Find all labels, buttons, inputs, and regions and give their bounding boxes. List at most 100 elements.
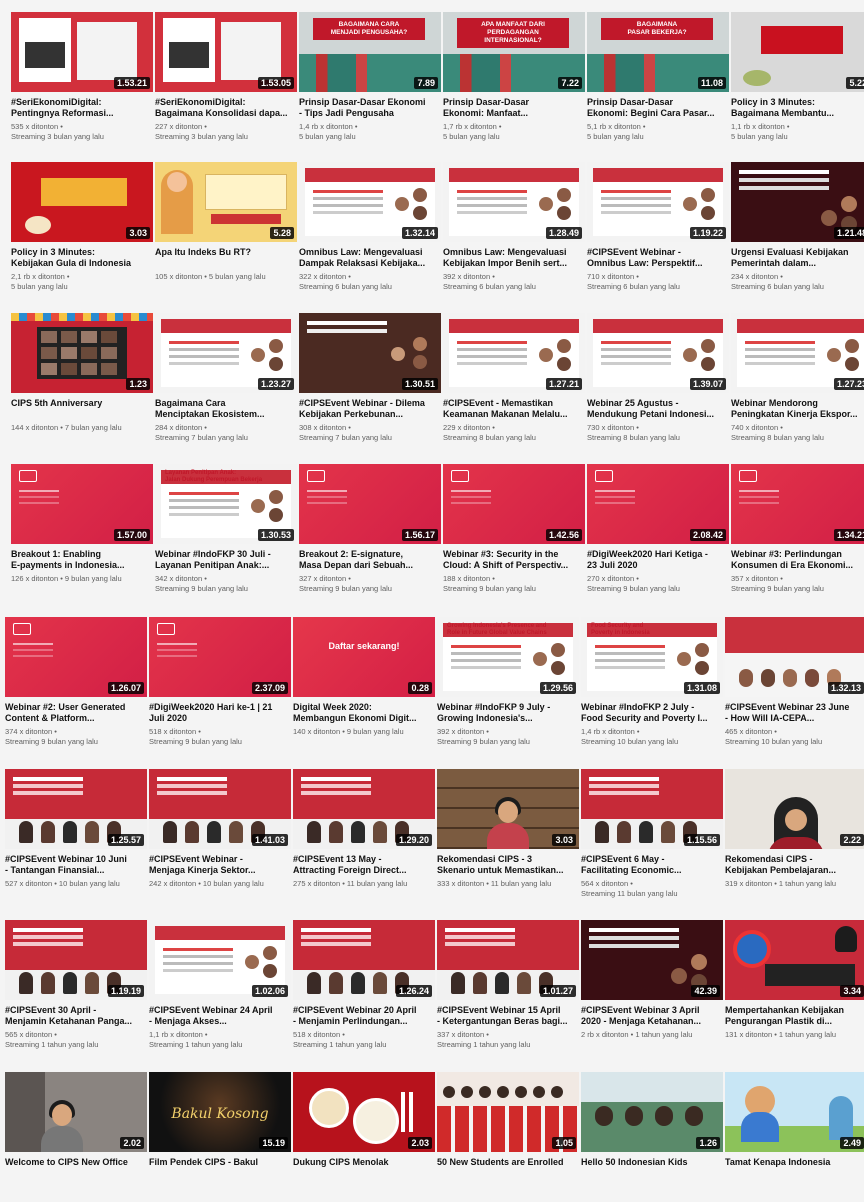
video-thumbnail[interactable]: 1.26.24 — [293, 920, 435, 1000]
video-title[interactable]: #CIPSEvent Webinar - Dilema Kebijakan Pe… — [299, 398, 441, 420]
video-title[interactable]: Webinar #2: User Generated Content & Pla… — [5, 702, 147, 724]
video-thumbnail[interactable]: 1.27.21 — [443, 313, 585, 393]
video-card[interactable]: 1.26 Hello 50 Indonesian Kids — [581, 1072, 723, 1202]
video-card[interactable]: Daftar sekarang! 0.28 Digital Week 2020: M… — [293, 617, 435, 747]
video-title[interactable]: Mempertahankan Kebijakan Pengurangan Pla… — [725, 1005, 864, 1027]
video-card[interactable]: 1.05 50 New Students are Enrolled — [437, 1072, 579, 1202]
video-title[interactable]: Bagaimana Cara Menciptakan Ekosistem... — [155, 398, 297, 420]
video-thumbnail[interactable]: 1.32.14 — [299, 162, 441, 242]
video-card[interactable]: 5.28 Apa Itu Indeks Bu RT? 105 x ditonton … — [155, 162, 297, 292]
video-thumbnail[interactable]: 1.39.07 — [587, 313, 729, 393]
video-card[interactable]: 1.42.56 Webinar #3: Security in the Cloud… — [443, 464, 585, 594]
video-card[interactable]: 2.03 Dukung CIPS Menolak — [293, 1072, 435, 1202]
video-thumbnail[interactable]: 2.02 — [5, 1072, 147, 1152]
video-title[interactable]: Rekomendasi CIPS - Kebijakan Pembelajara… — [725, 854, 864, 876]
video-thumbnail[interactable]: APA MANFAAT DARI PERDAGANGAN INTERNASION… — [443, 12, 585, 92]
video-title[interactable]: Apa Itu Indeks Bu RT? — [155, 247, 297, 269]
video-thumbnail[interactable]: 1.34.21 — [731, 464, 864, 544]
video-title[interactable]: #DigiWeek2020 Hari Ketiga - 23 Juli 2020 — [587, 549, 729, 571]
video-title[interactable]: Film Pendek CIPS - Bakul — [149, 1157, 291, 1179]
video-card[interactable]: 1.53.05 #SeriEkonomiDigital: Bagaimana Ko… — [155, 12, 297, 142]
video-thumbnail[interactable]: 42.39 — [581, 920, 723, 1000]
video-card[interactable]: 5.22 Policy in 3 Minutes: Bagaimana Memba… — [731, 12, 864, 142]
video-thumbnail[interactable]: 1.01.27 — [437, 920, 579, 1000]
video-title[interactable]: Digital Week 2020: Membangun Ekonomi Dig… — [293, 702, 435, 724]
video-thumbnail[interactable]: 1.23.27 — [155, 313, 297, 393]
video-card[interactable]: 3.03 Rekomendasi CIPS - 3 Skenario untuk … — [437, 769, 579, 899]
video-title[interactable]: CIPS 5th Anniversary — [11, 398, 153, 420]
video-thumbnail[interactable]: 1.27.23 — [731, 313, 864, 393]
video-card[interactable]: 1.21.48 Urgensi Evaluasi Kebijakan Pemeri… — [731, 162, 864, 292]
video-thumbnail[interactable]: 3.03 — [11, 162, 153, 242]
video-title[interactable]: Prinsip Dasar-Dasar Ekonomi: Begini Cara… — [587, 97, 729, 119]
video-title[interactable]: #CIPSEvent - Memastikan Keamanan Makanan… — [443, 398, 585, 420]
video-card[interactable]: 42.39 #CIPSEvent Webinar 3 April 2020 - M… — [581, 920, 723, 1050]
video-thumbnail[interactable]: 1.57.00 — [11, 464, 153, 544]
video-thumbnail[interactable]: 1.25.57 — [5, 769, 147, 849]
video-card[interactable]: 1.32.13 #CIPSEvent Webinar 23 June - How … — [725, 617, 864, 747]
video-card[interactable]: Growing Indonesia's Presence and Role in… — [437, 617, 579, 747]
video-thumbnail[interactable]: 1.21.48 — [731, 162, 864, 242]
video-card[interactable]: 1.26.07 Webinar #2: User Generated Conten… — [5, 617, 147, 747]
video-thumbnail[interactable]: 2.37.09 — [149, 617, 291, 697]
video-title[interactable]: Dukung CIPS Menolak — [293, 1157, 435, 1179]
video-thumbnail[interactable]: 1.29.20 — [293, 769, 435, 849]
video-title[interactable]: Prinsip Dasar-Dasar Ekonomi: Manfaat... — [443, 97, 585, 119]
video-card[interactable]: 1.28.49 Omnibus Law: Mengevaluasi Kebijak… — [443, 162, 585, 292]
video-title[interactable]: Webinar #3: Security in the Cloud: A Shi… — [443, 549, 585, 571]
video-title[interactable]: #CIPSEvent Webinar - Omnibus Law: Perspe… — [587, 247, 729, 269]
video-card[interactable]: 1.27.21 #CIPSEvent - Memastikan Keamanan … — [443, 313, 585, 443]
video-card[interactable]: 1.56.17 Breakout 2: E-signature, Masa Dep… — [299, 464, 441, 594]
video-card[interactable]: 1.23.27 Bagaimana Cara Menciptakan Ekosis… — [155, 313, 297, 443]
video-card[interactable]: 2.22 Rekomendasi CIPS - Kebijakan Pembela… — [725, 769, 864, 899]
video-thumbnail[interactable]: 1.02.06 — [149, 920, 291, 1000]
video-card[interactable]: 1.41.03 #CIPSEvent Webinar - Menjaga Kine… — [149, 769, 291, 899]
video-title[interactable]: Prinsip Dasar-Dasar Ekonomi - Tips Jadi … — [299, 97, 441, 119]
video-thumbnail[interactable]: Growing Indonesia's Presence and Role in… — [437, 617, 579, 697]
video-card[interactable]: 1.53.21 #SeriEkonomiDigital: Pentingnya R… — [11, 12, 153, 142]
video-title[interactable]: #CIPSEvent Webinar 10 Juni - Tantangan F… — [5, 854, 147, 876]
video-title[interactable]: Webinar Mendorong Peningkatan Kinerja Ek… — [731, 398, 864, 420]
video-card[interactable]: 2.02 Welcome to CIPS New Office — [5, 1072, 147, 1202]
video-thumbnail[interactable]: 1.23 — [11, 313, 153, 393]
video-card[interactable]: 1.19.22 #CIPSEvent Webinar - Omnibus Law:… — [587, 162, 729, 292]
video-title[interactable]: #CIPSEvent Webinar 3 April 2020 - Menjag… — [581, 1005, 723, 1027]
video-title[interactable]: #CIPSEvent Webinar 20 April - Menjamin P… — [293, 1005, 435, 1027]
video-thumbnail[interactable]: 1.19.22 — [587, 162, 729, 242]
video-thumbnail[interactable]: 2.08.42 — [587, 464, 729, 544]
video-title[interactable]: #CIPSEvent 13 May - Attracting Foreign D… — [293, 854, 435, 876]
video-thumbnail[interactable]: Daftar sekarang! 0.28 — [293, 617, 435, 697]
video-thumbnail[interactable]: Food Security and Poverty in Indonesia 1.… — [581, 617, 723, 697]
video-thumbnail[interactable]: 1.53.05 — [155, 12, 297, 92]
video-card[interactable]: 1.02.06 #CIPSEvent Webinar 24 April - Men… — [149, 920, 291, 1050]
video-title[interactable]: Welcome to CIPS New Office — [5, 1157, 147, 1179]
video-card[interactable]: BAGAIMANA PASAR BEKERJA? 11.08 Prinsip Das… — [587, 12, 729, 142]
video-card[interactable]: 3.34 Mempertahankan Kebijakan Pengurangan… — [725, 920, 864, 1050]
video-card[interactable]: Bakul Kosong 15.19 Film Pendek CIPS - Baku… — [149, 1072, 291, 1202]
video-card[interactable]: 2.08.42 #DigiWeek2020 Hari Ketiga - 23 Ju… — [587, 464, 729, 594]
video-title[interactable]: #DigiWeek2020 Hari ke-1 | 21 Juli 2020 — [149, 702, 291, 724]
video-title[interactable]: Webinar #3: Perlindungan Konsumen di Era… — [731, 549, 864, 571]
video-card[interactable]: 1.23 CIPS 5th Anniversary 144 x ditonton •… — [11, 313, 153, 443]
video-title[interactable]: 50 New Students are Enrolled — [437, 1157, 579, 1179]
video-thumbnail[interactable]: 2.49 — [725, 1072, 864, 1152]
video-thumbnail[interactable]: 2.22 — [725, 769, 864, 849]
video-card[interactable]: 1.39.07 Webinar 25 Agustus - Mendukung Pe… — [587, 313, 729, 443]
video-title[interactable]: Webinar 25 Agustus - Mendukung Petani In… — [587, 398, 729, 420]
video-card[interactable]: 1.34.21 Webinar #3: Perlindungan Konsumen… — [731, 464, 864, 594]
video-title[interactable]: #CIPSEvent Webinar 23 June - How Will IA… — [725, 702, 864, 724]
video-card[interactable]: 1.32.14 Omnibus Law: Mengevaluasi Dampak … — [299, 162, 441, 292]
video-thumbnail[interactable]: 1.26 — [581, 1072, 723, 1152]
video-title[interactable]: #CIPSEvent Webinar 15 April - Ketergantu… — [437, 1005, 579, 1027]
video-thumbnail[interactable]: 2.03 — [293, 1072, 435, 1152]
video-thumbnail[interactable]: 1.56.17 — [299, 464, 441, 544]
video-title[interactable]: Rekomendasi CIPS - 3 Skenario untuk Mema… — [437, 854, 579, 876]
video-thumbnail[interactable]: 1.41.03 — [149, 769, 291, 849]
video-title[interactable]: Policy in 3 Minutes: Bagaimana Membantu.… — [731, 97, 864, 119]
video-card[interactable]: 2.37.09 #DigiWeek2020 Hari ke-1 | 21 Juli… — [149, 617, 291, 747]
video-thumbnail[interactable]: 1.32.13 — [725, 617, 864, 697]
video-card[interactable]: 1.29.20 #CIPSEvent 13 May - Attracting Fo… — [293, 769, 435, 899]
video-title[interactable]: Omnibus Law: Mengevaluasi Kebijakan Impo… — [443, 247, 585, 269]
video-title[interactable]: Policy in 3 Minutes: Kebijakan Gula di I… — [11, 247, 153, 269]
video-title[interactable]: Tamat Kenapa Indonesia — [725, 1157, 864, 1179]
